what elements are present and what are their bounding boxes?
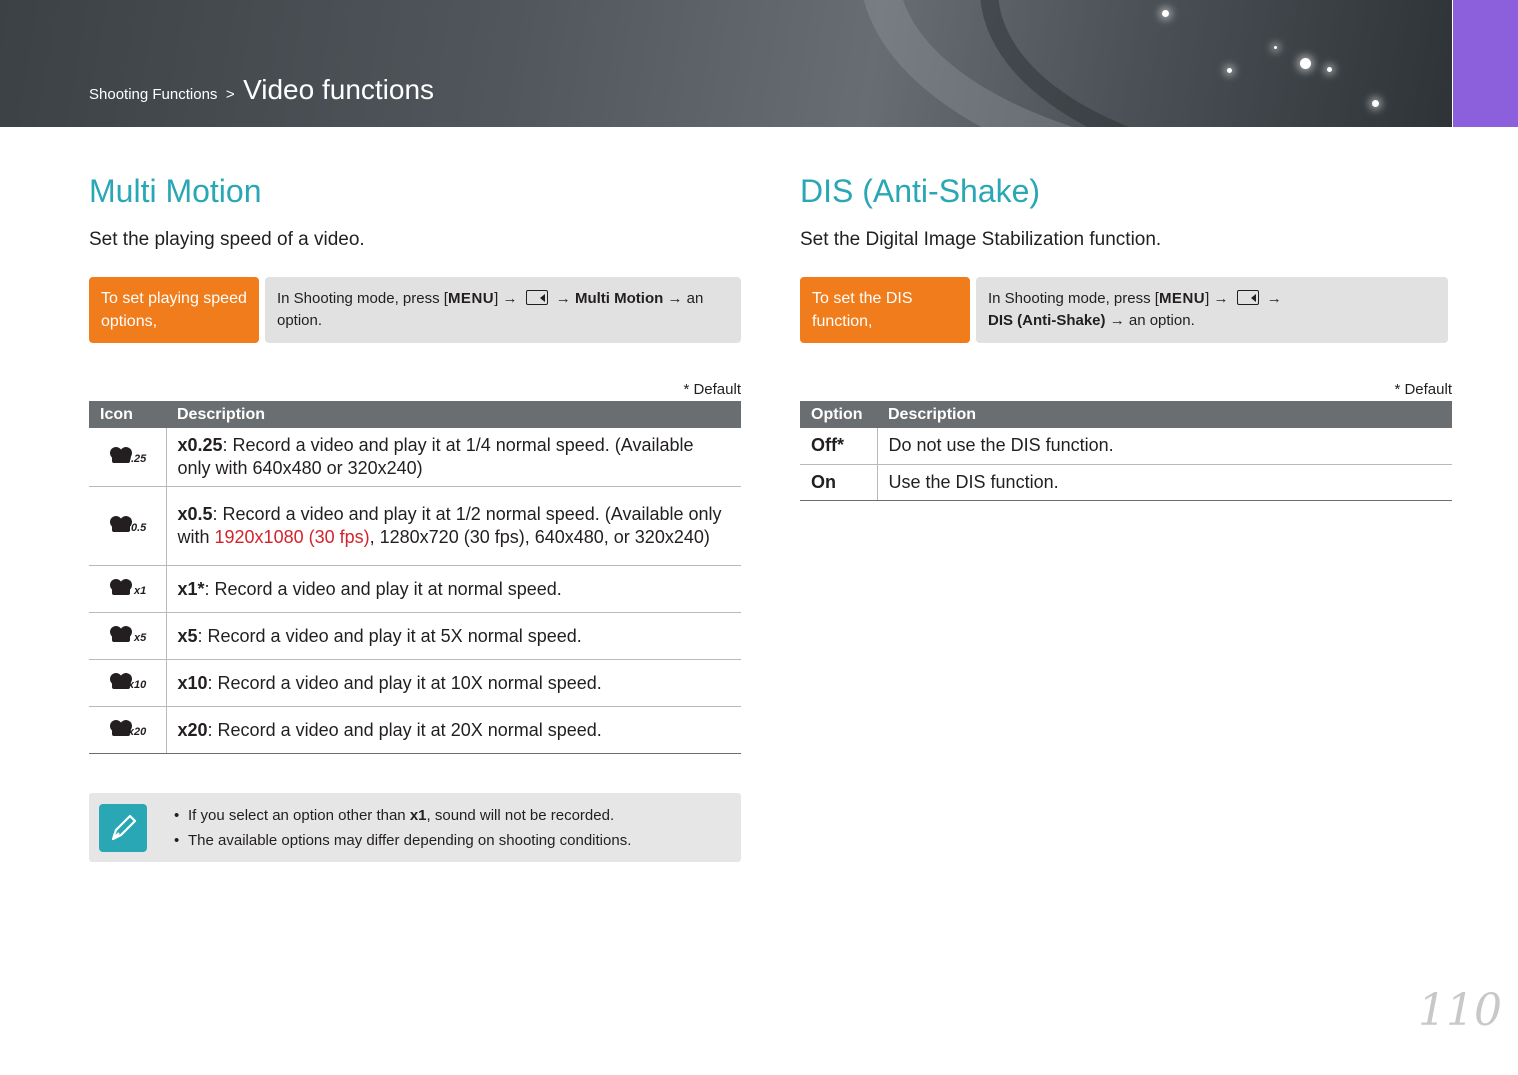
icon-cell: x5 — [89, 612, 167, 660]
table-header-row: Icon Description — [89, 401, 741, 428]
note-item: If you select an option other than x1, s… — [174, 803, 631, 828]
sparkle-icon — [1274, 46, 1277, 49]
multi-motion-table: Icon Description x0.25 x0.25: Record a v… — [89, 401, 741, 754]
description-cell: Do not use the DIS function. — [877, 428, 1452, 465]
table-header: Description — [877, 401, 1452, 428]
x0.5-motion-icon: x0.5 — [108, 515, 146, 538]
page-number: 110 — [1418, 985, 1502, 1036]
highlight-text: 1920x1080 (30 fps) — [214, 527, 370, 547]
option-name: x10 — [177, 672, 208, 693]
x1-motion-icon: x1 — [108, 578, 146, 601]
option-text: : Record a video and play it at 1/4 norm… — [177, 435, 694, 478]
video-camera-icon — [1236, 290, 1259, 305]
description-cell: x10: Record a video and play it at 10X n… — [166, 659, 741, 707]
sparkle-icon — [1327, 67, 1332, 72]
menu-key: MENU — [447, 290, 495, 307]
option-text: , 1280x720 (30 fps), 640x480, or 320x240… — [369, 527, 710, 547]
icon-cell: x20 — [89, 706, 167, 754]
breadcrumb: Shooting Functions > Video functions — [89, 74, 434, 106]
icon-cell: x0.25 — [89, 428, 167, 487]
x10-motion-icon: x10 — [108, 672, 146, 695]
table-row: x10 x10: Record a video and play it at 1… — [89, 659, 741, 707]
option-name: x20 — [177, 719, 208, 740]
dis-section: DIS (Anti-Shake) Set the Digital Image S… — [800, 170, 1452, 501]
option-text: : Record a video and play it at 5X norma… — [197, 625, 582, 646]
howto-steps: In Shooting mode, press [MENU] → → DIS (… — [976, 277, 1448, 343]
howto-label: To set playing speed options, — [89, 277, 259, 343]
option-name: Off* — [800, 428, 878, 465]
table-row: Off* Do not use the DIS function. — [800, 428, 1452, 465]
section-title: Multi Motion — [89, 173, 262, 209]
option-text: : Record a video and play it at 20X norm… — [207, 719, 602, 740]
option-text: : Record a video and play it at 10X norm… — [207, 672, 602, 693]
howto-text: In Shooting mode, press [ — [277, 290, 448, 307]
description-cell: x20: Record a video and play it at 20X n… — [166, 706, 741, 754]
description-cell: x0.5: Record a video and play it at 1/2 … — [166, 486, 741, 566]
sparkle-icon — [1162, 10, 1169, 17]
howto-steps: In Shooting mode, press [MENU] → → Multi… — [265, 277, 741, 343]
sparkle-icon — [1227, 68, 1232, 73]
icon-cell: x0.5 — [89, 486, 167, 566]
table-header: Description — [166, 401, 741, 428]
table-row: On Use the DIS function. — [800, 464, 1452, 501]
table-header: Icon — [89, 401, 166, 428]
table-row: x1 x1*: Record a video and play it at no… — [89, 565, 741, 613]
note-item: The available options may differ dependi… — [174, 828, 631, 853]
howto-menu-item: Multi Motion — [574, 290, 664, 307]
video-camera-icon — [525, 290, 548, 305]
howto-arrow: → — [555, 290, 571, 307]
table-row: x20 x20: Record a video and play it at 2… — [89, 706, 741, 754]
default-note: * Default — [1394, 381, 1452, 398]
x0.25-motion-icon: x0.25 — [108, 446, 146, 469]
section-title: DIS (Anti-Shake) — [800, 173, 1041, 209]
icon-cell: x1 — [89, 565, 167, 613]
table-row: x0.5 x0.5: Record a video and play it at… — [89, 486, 741, 566]
breadcrumb-separator: > — [225, 86, 235, 103]
note-box: If you select an option other than x1, s… — [89, 793, 741, 862]
note-list: If you select an option other than x1, s… — [174, 803, 631, 853]
dis-table: Option Description Off* Do not use the D… — [800, 401, 1452, 501]
option-name: x5 — [177, 625, 198, 646]
howto-menu-item: DIS (Anti-Shake) — [988, 312, 1106, 329]
howto-box: To set playing speed options, In Shootin… — [89, 277, 741, 343]
table-header-row: Option Description — [800, 401, 1452, 428]
multi-motion-section: Multi Motion Set the playing speed of a … — [89, 170, 741, 754]
howto-label: To set the DIS function, — [800, 277, 970, 343]
option-name: On — [800, 464, 878, 501]
option-text: : Record a video and play it at normal s… — [204, 578, 562, 599]
x20-motion-icon: x20 — [108, 719, 146, 742]
howto-box: To set the DIS function, In Shooting mod… — [800, 277, 1452, 343]
sparkle-icon — [1300, 58, 1311, 69]
pen-icon — [99, 804, 147, 852]
breadcrumb-parent[interactable]: Shooting Functions — [89, 86, 217, 103]
section-description: Set the Digital Image Stabilization func… — [800, 229, 1162, 250]
description-cell: x5: Record a video and play it at 5X nor… — [166, 612, 741, 660]
breadcrumb-current: Video functions — [243, 74, 435, 105]
howto-text: → an option. — [1109, 312, 1195, 329]
description-cell: Use the DIS function. — [877, 464, 1452, 501]
description-cell: x1*: Record a video and play it at norma… — [166, 565, 741, 613]
option-name: x0.25 — [177, 435, 223, 455]
table-header: Option — [800, 401, 877, 428]
x5-motion-icon: x5 — [108, 625, 146, 648]
table-row: x5 x5: Record a video and play it at 5X … — [89, 612, 741, 660]
howto-text: ] → — [1205, 290, 1229, 307]
option-name: x0.5 — [177, 504, 213, 524]
sparkle-icon — [1372, 100, 1379, 107]
howto-text: In Shooting mode, press [ — [988, 290, 1159, 307]
header-banner: Shooting Functions > Video functions — [0, 0, 1452, 127]
section-description: Set the playing speed of a video. — [89, 229, 365, 250]
chapter-tab[interactable] — [1453, 0, 1518, 127]
description-cell: x0.25: Record a video and play it at 1/4… — [166, 428, 741, 487]
howto-arrow: → — [1266, 290, 1282, 307]
menu-key: MENU — [1158, 290, 1206, 307]
icon-cell: x10 — [89, 659, 167, 707]
table-row: x0.25 x0.25: Record a video and play it … — [89, 428, 741, 487]
howto-text: ] → — [494, 290, 518, 307]
default-note: * Default — [683, 381, 741, 398]
option-name: x1* — [177, 578, 205, 599]
